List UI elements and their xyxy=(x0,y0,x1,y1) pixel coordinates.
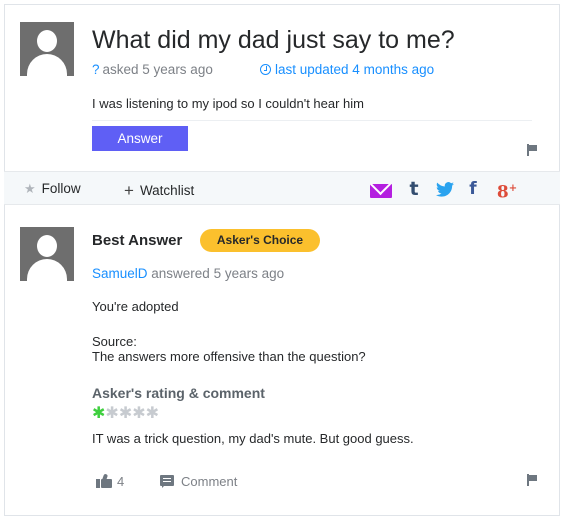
report-question-flag-icon[interactable] xyxy=(527,144,538,156)
star-icon: ★ xyxy=(24,181,36,196)
divider xyxy=(92,120,532,121)
question-meta: ? asked 5 years ago last updated 4 months… xyxy=(92,62,434,77)
follow-label: Follow xyxy=(41,181,81,196)
star-icon: ✱ xyxy=(92,405,106,422)
question-toolbar: ★ Follow + Watchlist t f 8+ xyxy=(4,171,560,205)
plus-icon: + xyxy=(124,181,134,200)
watchlist-label: Watchlist xyxy=(139,183,195,198)
star-icon: ✱ xyxy=(118,405,133,422)
star-icon: ✱ xyxy=(132,405,146,422)
follow-button[interactable]: ★ Follow xyxy=(24,181,81,197)
answer-button[interactable]: Answer xyxy=(92,126,188,151)
comment-button[interactable]: Comment xyxy=(181,474,237,489)
clock-icon xyxy=(260,64,271,75)
thumbs-up-icon[interactable] xyxy=(96,473,112,488)
answerer-link[interactable]: SamuelD xyxy=(92,266,148,281)
question-body: I was listening to my ipod so I couldn't… xyxy=(92,96,365,111)
twitter-icon[interactable] xyxy=(436,178,454,200)
askers-rating-label: Asker's rating & comment xyxy=(92,385,265,401)
answer-meta: SamuelD answered 5 years ago xyxy=(92,266,284,281)
googleplus-sup: + xyxy=(508,183,518,194)
asker-avatar-icon[interactable] xyxy=(20,22,74,76)
tumblr-icon[interactable]: t xyxy=(406,178,422,200)
report-answer-flag-icon[interactable] xyxy=(527,474,538,486)
googleplus-icon[interactable]: 8+ xyxy=(494,178,520,203)
answer-text: You're adopted xyxy=(92,299,179,314)
star-icon: ✱ xyxy=(145,405,160,422)
last-updated-text: last updated 4 months ago xyxy=(275,62,435,77)
like-count: 4 xyxy=(117,474,125,489)
star-icon: ✱ xyxy=(105,405,119,422)
last-updated-link[interactable]: last updated 4 months ago xyxy=(260,62,434,77)
facebook-icon[interactable]: f xyxy=(466,178,480,200)
asked-time: asked 5 years ago xyxy=(102,62,213,77)
answerer-avatar-icon[interactable] xyxy=(20,227,74,281)
asker-link[interactable]: ? xyxy=(92,62,100,77)
source-label: Source: xyxy=(92,334,137,349)
answered-time: answered 5 years ago xyxy=(147,266,285,281)
best-answer-heading: Best Answer xyxy=(92,232,183,249)
source-text: The answers more offensive than the ques… xyxy=(92,349,366,364)
rating-stars: ✱✱✱✱✱ xyxy=(92,403,159,423)
question-title: What did my dad just say to me? xyxy=(92,26,455,54)
comment-icon[interactable] xyxy=(160,475,174,488)
rating-comment: IT was a trick question, my dad's mute. … xyxy=(92,431,414,446)
googleplus-glyph: 8 xyxy=(496,182,509,203)
askers-choice-badge: Asker's Choice xyxy=(200,229,320,252)
mail-icon[interactable] xyxy=(370,184,392,198)
watchlist-button[interactable]: + Watchlist xyxy=(124,181,194,201)
